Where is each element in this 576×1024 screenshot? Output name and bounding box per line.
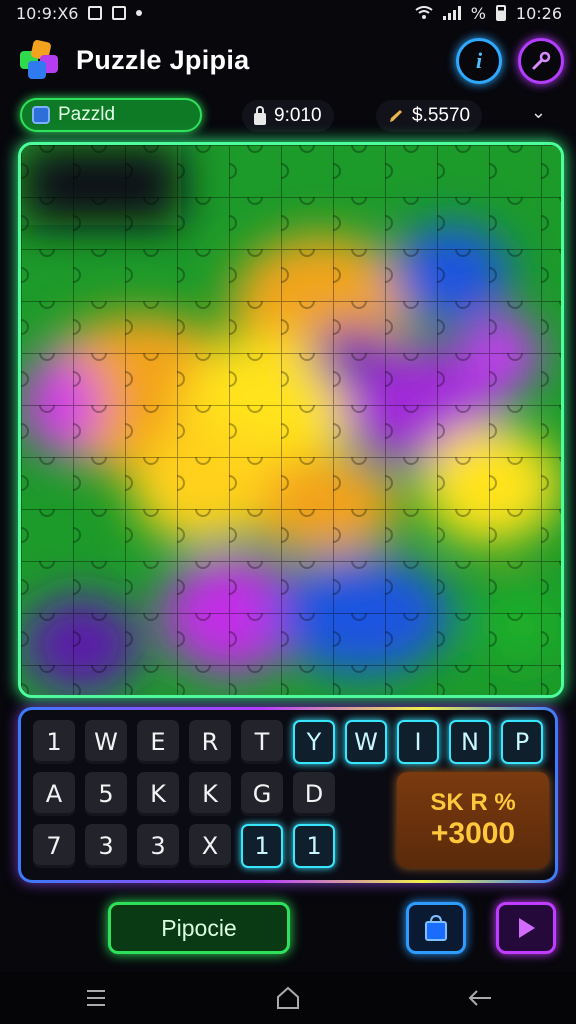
menu-lines-icon bbox=[87, 990, 105, 1006]
key-highlighted[interactable]: W bbox=[345, 720, 387, 764]
title-bar: Puzzle Jpipia i bbox=[18, 36, 564, 84]
puzzle-mode-icon bbox=[32, 106, 50, 124]
key[interactable]: T bbox=[241, 720, 283, 764]
key[interactable]: 3 bbox=[137, 824, 179, 868]
status-percent: % bbox=[470, 3, 486, 23]
timer-value: 9:010 bbox=[274, 105, 322, 126]
score-stat: $.5570 bbox=[376, 100, 483, 132]
key[interactable]: K bbox=[189, 772, 231, 816]
home-icon bbox=[277, 986, 299, 1009]
key-highlighted[interactable]: P bbox=[501, 720, 543, 764]
key[interactable]: G bbox=[241, 772, 283, 816]
key-highlighted[interactable]: I bbox=[397, 720, 439, 764]
app-title: Puzzle Jpipia bbox=[76, 44, 250, 75]
recent-apps-button[interactable] bbox=[81, 983, 111, 1013]
pencil-icon bbox=[390, 110, 402, 122]
place-button[interactable]: Pipocie bbox=[108, 902, 290, 954]
info-icon: i bbox=[475, 48, 483, 73]
timer-stat: 9:010 bbox=[242, 100, 334, 132]
letter-keyboard: 1 W E R T Y W I N P A 5 K K G D 7 3 3 X … bbox=[18, 707, 558, 883]
key-highlighted[interactable]: Y bbox=[293, 720, 335, 764]
puzzle-canvas[interactable] bbox=[21, 145, 561, 695]
status-time-right: 10:26 bbox=[515, 3, 562, 23]
play-button[interactable] bbox=[496, 902, 556, 954]
puzzle-board[interactable] bbox=[18, 142, 564, 698]
key[interactable]: R bbox=[189, 720, 231, 764]
mode-selector[interactable]: Pazzld bbox=[20, 98, 202, 132]
status-right: % 10:26 bbox=[415, 4, 562, 23]
dot-icon bbox=[136, 10, 143, 16]
mode-label: Pazzld bbox=[58, 104, 116, 125]
info-bar: Pazzld 9:010 $.5570 ⌄ bbox=[20, 98, 560, 134]
back-icon bbox=[468, 990, 491, 1006]
battery-icon bbox=[495, 5, 506, 21]
status-left: 10:9:X6 bbox=[16, 3, 143, 23]
status-time-left: 10:9:X6 bbox=[16, 3, 79, 23]
key[interactable]: W bbox=[85, 720, 127, 764]
wrench-icon bbox=[532, 51, 551, 70]
key[interactable]: 3 bbox=[85, 824, 127, 868]
play-icon bbox=[519, 918, 535, 938]
screenshot-icon bbox=[88, 6, 103, 20]
key[interactable]: 1 bbox=[33, 720, 75, 764]
score-value: $.5570 bbox=[412, 105, 471, 126]
key-highlighted[interactable]: N bbox=[449, 720, 491, 764]
score-bonus: +3000 bbox=[430, 817, 516, 850]
signal-icon bbox=[442, 6, 461, 20]
notification-icon bbox=[112, 6, 127, 20]
key[interactable]: A bbox=[33, 772, 75, 816]
status-bar: 10:9:X6 % 10:26 bbox=[0, 0, 576, 26]
tools-button[interactable] bbox=[518, 38, 564, 84]
shopping-bag-icon bbox=[425, 914, 447, 941]
key[interactable]: 7 bbox=[33, 824, 75, 868]
lock-icon bbox=[254, 105, 266, 125]
home-button[interactable] bbox=[273, 983, 303, 1013]
chevron-down-icon[interactable]: ⌄ bbox=[531, 102, 546, 123]
shop-button[interactable] bbox=[406, 902, 466, 954]
key[interactable]: E bbox=[137, 720, 179, 764]
score-panel: SK R % +3000 bbox=[397, 772, 549, 868]
key[interactable]: X bbox=[189, 824, 231, 868]
puzzle-logo-icon bbox=[18, 39, 60, 81]
key-highlighted[interactable]: 1 bbox=[293, 824, 335, 868]
system-nav-bar bbox=[0, 972, 576, 1024]
back-button[interactable] bbox=[465, 983, 495, 1013]
score-label: SK R % bbox=[430, 789, 516, 816]
key[interactable]: D bbox=[293, 772, 335, 816]
info-button[interactable]: i bbox=[456, 38, 502, 84]
key[interactable]: K bbox=[137, 772, 179, 816]
key[interactable]: 5 bbox=[85, 772, 127, 816]
wifi-icon bbox=[415, 6, 433, 19]
key-highlighted[interactable]: 1 bbox=[241, 824, 283, 868]
